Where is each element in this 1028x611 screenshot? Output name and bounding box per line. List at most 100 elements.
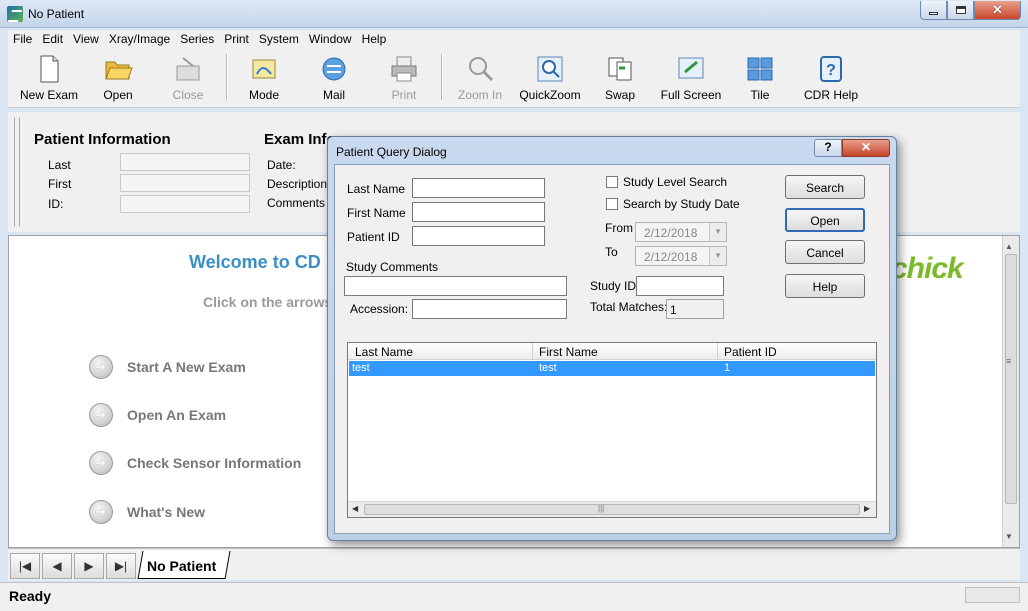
close-window-button[interactable]: ✕ [974,1,1021,20]
results-horizontal-scrollbar[interactable]: ◀ ||| ▶ [348,501,876,517]
scroll-left-icon[interactable]: ◀ [352,504,358,513]
help-icon: ? [820,56,842,82]
full-screen-icon [678,57,704,79]
col-divider[interactable] [532,343,533,360]
arrow-right-icon[interactable] [89,451,113,475]
swap-icon [608,57,632,81]
mode-button[interactable]: Mode [234,48,294,106]
last-tab-button[interactable]: ▶| [106,553,136,579]
chevron-down-icon[interactable]: ▼ [709,247,726,265]
start-new-exam-label[interactable]: Start A New Exam [127,359,246,375]
results-list[interactable]: Last Name First Name Patient ID test tes… [347,342,877,518]
menu-series[interactable]: Series [175,30,219,48]
scroll-up-icon[interactable]: ▲ [1005,242,1013,251]
mail-label: Mail [322,88,345,102]
cancel-button[interactable]: Cancel [785,240,865,264]
whats-new-label[interactable]: What's New [127,504,205,520]
patient-tab-bar: |◀ ◀ ▶ ▶| No Patient [8,548,1020,580]
to-date-picker[interactable]: 2/12/2018 ▼ [635,246,727,266]
open-button[interactable]: Open [88,48,148,106]
study-comments-input[interactable] [344,276,567,296]
maximize-button[interactable] [947,1,974,20]
dialog-body: Last Name First Name Patient ID Study Co… [334,164,890,534]
next-tab-button[interactable]: ▶ [74,553,104,579]
magnifier-icon [469,57,494,82]
search-button[interactable]: Search [785,175,865,199]
folder-open-icon [105,61,133,80]
help-button[interactable]: Help [785,274,865,298]
menu-edit[interactable]: Edit [37,30,68,48]
scroll-thumb[interactable] [1005,254,1017,504]
col-first-name[interactable]: First Name [539,345,598,359]
swap-button[interactable]: Swap [590,48,650,106]
full-screen-label: Full Screen [660,88,722,102]
col-divider[interactable] [717,343,718,360]
row-last-name: test [352,362,370,374]
new-exam-button[interactable]: New Exam [14,48,84,106]
status-scroll[interactable] [965,587,1020,603]
open-exam-label[interactable]: Open An Exam [127,407,226,423]
patient-id-input[interactable] [412,226,545,246]
dialog-help-button[interactable]: ? [814,139,842,157]
menu-file[interactable]: File [8,30,37,48]
zoom-in-button[interactable]: Zoom In [448,48,512,106]
arrow-right-icon[interactable] [89,403,113,427]
arrow-right-icon[interactable] [89,500,113,524]
patient-info-title: Patient Information [34,131,171,148]
quickzoom-button[interactable]: QuickZoom [516,48,584,106]
col-last-name[interactable]: Last Name [355,345,413,359]
menu-view[interactable]: View [68,30,104,48]
mail-button[interactable]: Mail [304,48,364,106]
close-folder-icon [176,57,200,81]
print-button[interactable]: Print [374,48,434,106]
check-sensor-label[interactable]: Check Sensor Information [127,455,301,471]
menu-print[interactable]: Print [219,30,254,48]
from-date-value: 2/12/2018 [644,226,698,240]
menu-xray-image[interactable]: Xray/Image [104,30,175,48]
panel-grip[interactable] [14,118,20,226]
chevron-down-icon[interactable]: ▼ [709,223,726,241]
date-label: Date: [267,158,296,172]
table-row[interactable]: test test 1 [349,361,875,376]
from-date-picker[interactable]: 2/12/2018 ▼ [635,222,727,242]
full-screen-button[interactable]: Full Screen [656,48,726,106]
tile-button[interactable]: Tile [730,48,790,106]
study-id-input[interactable] [636,276,724,296]
study-level-search-checkbox[interactable] [606,176,618,188]
first-tab-button[interactable]: |◀ [10,553,40,579]
prev-icon: ◀ [52,559,62,573]
menu-system[interactable]: System [254,30,304,48]
patient-id-label: Patient ID [347,230,400,244]
menu-window[interactable]: Window [304,30,357,48]
dialog-close-button[interactable]: ✕ [842,139,890,157]
search-by-study-date-checkbox[interactable] [606,198,618,210]
toolbar: New Exam Open Close Mode Mail Print Zoom… [8,48,1020,108]
last-name-input[interactable] [412,178,545,198]
from-label: From [605,221,633,235]
study-comments-label: Study Comments [346,260,439,274]
prev-tab-button[interactable]: ◀ [42,553,72,579]
col-patient-id[interactable]: Patient ID [724,345,777,359]
accession-input[interactable] [412,299,567,319]
menu-bar: File Edit View Xray/Image Series Print S… [8,30,1020,48]
vertical-scrollbar[interactable]: ▲ ≡ ▼ [1002,236,1019,547]
arrow-right-icon[interactable] [89,355,113,379]
close-button[interactable]: Close [158,48,218,106]
print-label: Print [391,88,417,102]
minimize-button[interactable] [920,1,947,20]
open-label: Open [103,88,133,102]
last-value [120,153,250,171]
menu-help[interactable]: Help [357,30,392,48]
accession-label: Accession: [350,302,409,316]
scroll-down-icon[interactable]: ▼ [1005,532,1013,541]
first-name-input[interactable] [412,202,545,222]
printer-icon [391,56,417,82]
cdr-help-button[interactable]: ? CDR Help [798,48,864,106]
comments-label: Comments [267,196,326,210]
study-level-search-label: Study Level Search [623,175,728,189]
tab-no-patient-label[interactable]: No Patient [147,558,216,574]
scroll-right-icon[interactable]: ▶ [864,504,870,513]
status-bar: Ready [0,582,1028,611]
open-dialog-button[interactable]: Open [785,208,865,232]
results-scroll-thumb[interactable] [364,504,860,515]
